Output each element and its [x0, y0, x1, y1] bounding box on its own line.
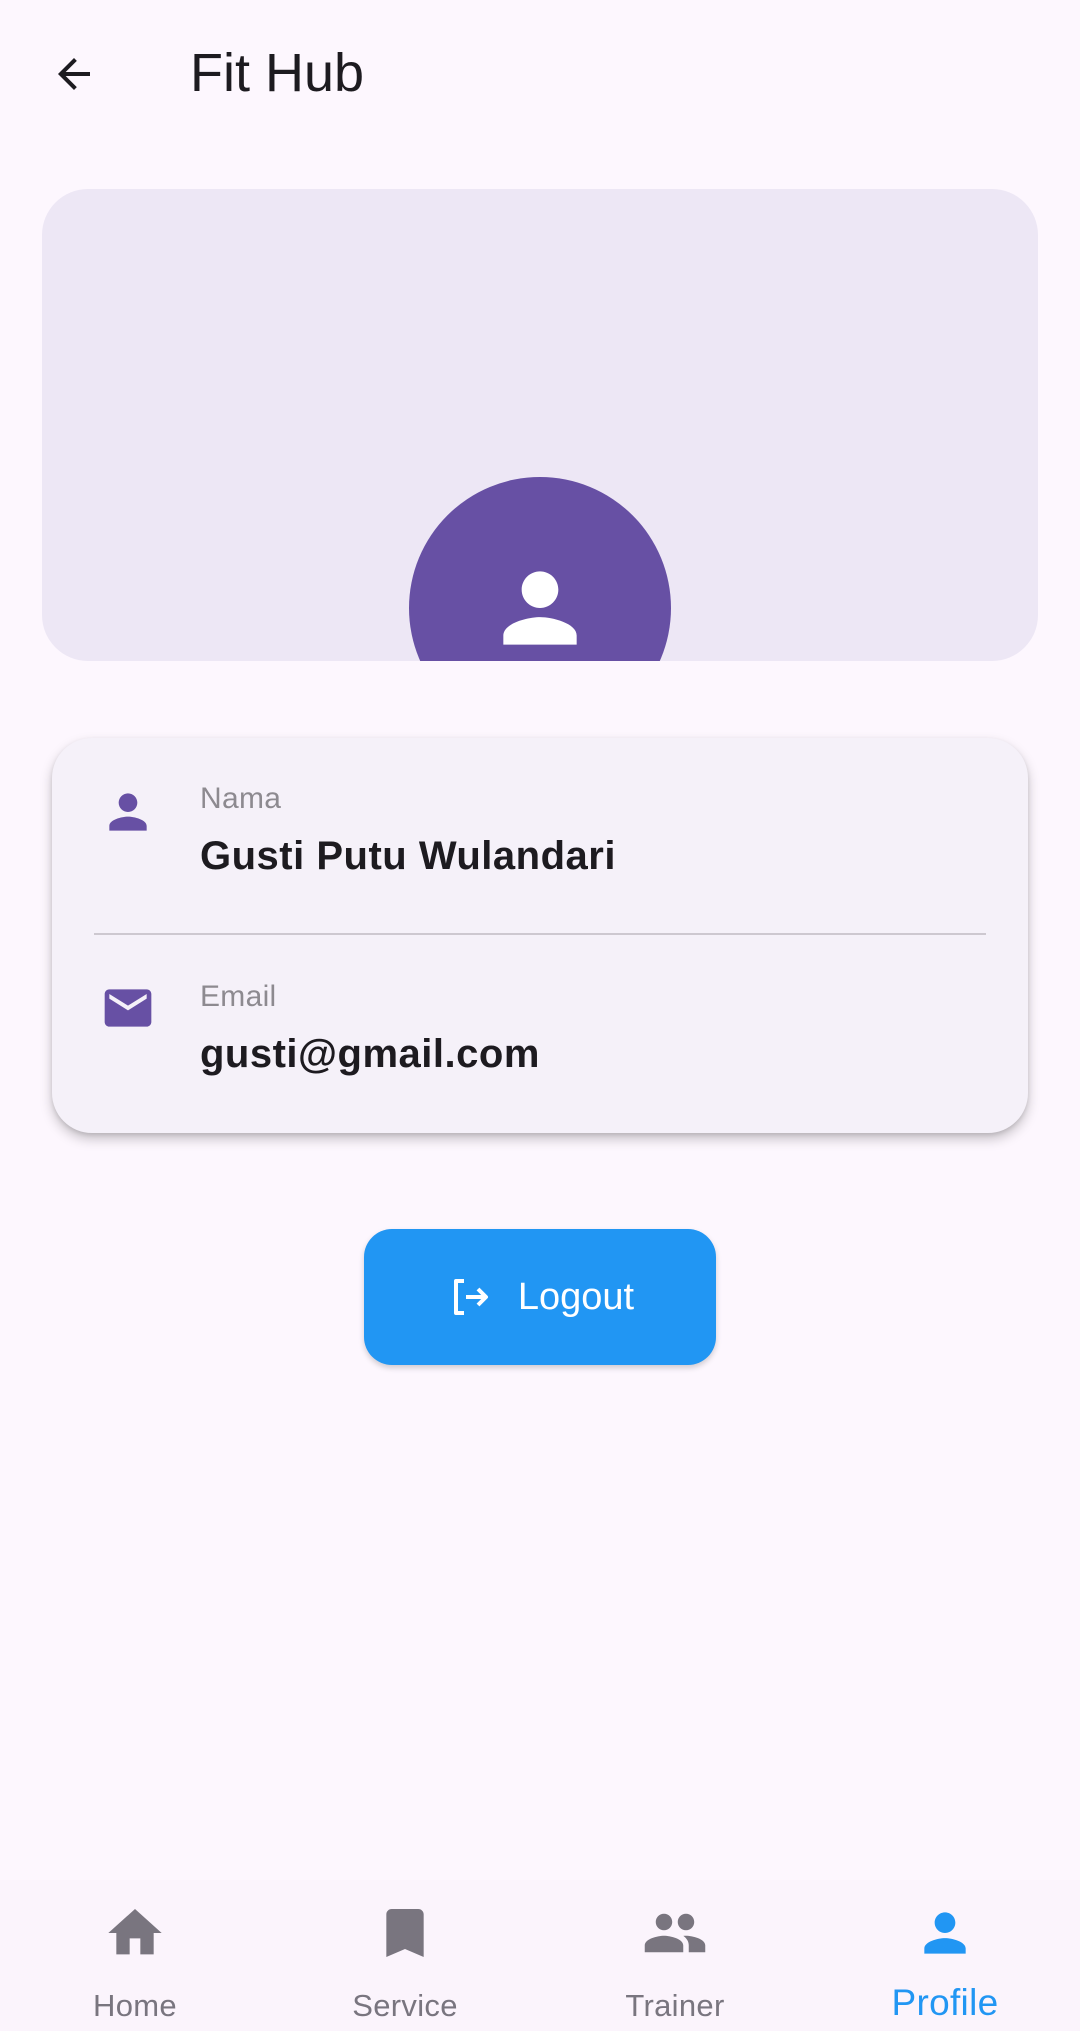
people-icon: [644, 1913, 706, 1953]
name-row: Nama Gusti Putu Wulandari: [52, 738, 1028, 934]
email-row: Email gusti@gmail.com: [52, 936, 1028, 1133]
nav-item-profile[interactable]: Profile: [810, 1880, 1080, 2031]
avatar: [409, 477, 671, 661]
logout-button[interactable]: Logout: [364, 1229, 716, 1365]
home-icon: [108, 1909, 162, 1955]
mail-icon: [104, 989, 152, 1027]
email-label: Email: [200, 980, 277, 1013]
person-icon: [503, 571, 577, 645]
nav-item-home[interactable]: Home: [0, 1880, 270, 2031]
logout-icon: [453, 1279, 488, 1315]
name-label: Nama: [200, 782, 282, 815]
person-icon: [109, 793, 147, 831]
page-title: Fit Hub: [190, 43, 365, 103]
nav-label-trainer: Trainer: [625, 1988, 725, 2023]
back-button[interactable]: [28, 28, 120, 120]
logout-label: Logout: [517, 1275, 635, 1318]
arrow-back-icon: [58, 58, 90, 90]
email-value: gusti@gmail.com: [200, 1032, 540, 1076]
bottom-navigation: Home Service Trainer Profile: [0, 1880, 1080, 2031]
nav-label-service: Service: [352, 1988, 458, 2023]
nav-label-profile: Profile: [891, 1982, 999, 2023]
nav-item-trainer[interactable]: Trainer: [540, 1880, 810, 2031]
person-icon: [924, 1912, 966, 1954]
nav-label-home: Home: [93, 1988, 177, 2023]
divider: [94, 933, 986, 935]
profile-header-card: [42, 189, 1038, 661]
app-bar: Fit Hub: [0, 0, 1080, 150]
bookmark-icon: [386, 1909, 424, 1957]
name-value: Gusti Putu Wulandari: [200, 834, 616, 878]
profile-info-card: Nama Gusti Putu Wulandari Email gusti@gm…: [52, 738, 1028, 1133]
nav-item-service[interactable]: Service: [270, 1880, 540, 2031]
